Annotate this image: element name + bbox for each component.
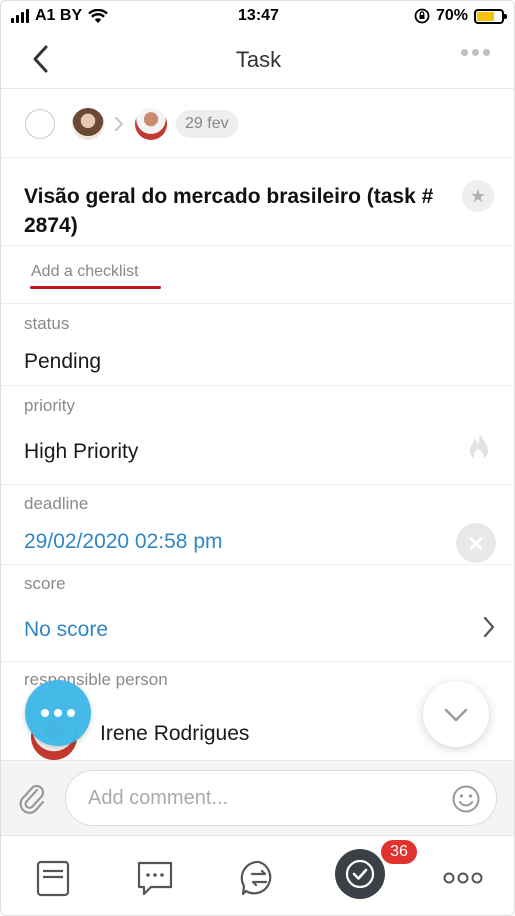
tab-feed-icon[interactable] — [31, 856, 75, 900]
star-icon[interactable]: ★ — [462, 180, 494, 212]
actions-fab[interactable] — [25, 680, 91, 746]
comment-bar — [1, 760, 514, 836]
score-value[interactable]: No score — [24, 618, 108, 642]
app-frame: A1 BY 13:47 70% Task 29 fev Visão geral … — [0, 0, 515, 916]
responsible-name: Irene Rodrigues — [100, 722, 250, 745]
priority-value: High Priority — [24, 440, 139, 463]
add-checklist-link[interactable]: Add a checklist — [31, 263, 139, 281]
deadline-field[interactable]: deadline 29/02/2020 02:58 pm — [1, 485, 514, 565]
complete-task-checkbox[interactable] — [25, 109, 55, 139]
score-field[interactable]: score No score — [1, 565, 514, 662]
status-right: 70% — [414, 7, 507, 25]
battery-percent: 70% — [435, 7, 468, 24]
score-label: score — [24, 574, 66, 593]
status-label: status — [24, 314, 70, 333]
deadline-value[interactable]: 29/02/2020 02:58 pm — [24, 530, 223, 554]
checkmark-icon — [345, 859, 375, 889]
checklist-section: Add a checklist — [1, 246, 514, 304]
tasks-count-badge: 36 — [381, 840, 417, 864]
chevron-right-icon[interactable] — [482, 615, 496, 639]
flame-icon[interactable] — [466, 430, 492, 464]
page-title: Task — [235, 47, 282, 72]
comment-input[interactable] — [65, 770, 497, 826]
more-options-icon[interactable] — [461, 49, 490, 56]
status-value: Pending — [24, 350, 102, 373]
chevron-down-icon — [444, 708, 468, 722]
tab-activity-icon[interactable] — [237, 856, 281, 900]
battery-icon — [474, 8, 507, 24]
task-title[interactable]: Visão geral do mercado brasileiro (task … — [24, 182, 454, 240]
status-field[interactable]: status Pending — [1, 304, 514, 386]
tab-tasks[interactable] — [335, 849, 385, 899]
emoji-icon[interactable] — [451, 784, 481, 814]
status-bar: A1 BY 13:47 70% — [1, 1, 514, 33]
navigation-bar: Task — [1, 33, 514, 89]
tab-more-icon[interactable] — [441, 856, 485, 900]
deadline-label: deadline — [24, 494, 89, 513]
priority-field[interactable]: priority High Priority — [1, 386, 514, 485]
battery-fill — [477, 11, 494, 21]
tab-chat-icon[interactable] — [133, 856, 177, 900]
rotation-lock-icon — [414, 8, 430, 24]
task-title-section: Visão geral do mercado brasileiro (task … — [1, 158, 514, 246]
paperclip-icon[interactable] — [17, 781, 47, 815]
deadline-chip[interactable]: 29 fev — [176, 110, 238, 138]
tab-bar: 36 — [1, 836, 514, 915]
priority-label: priority — [24, 396, 76, 415]
chevron-right-icon — [115, 117, 124, 131]
creator-avatar[interactable] — [72, 108, 104, 140]
scroll-down-button[interactable] — [423, 681, 489, 747]
highlight-underline — [30, 286, 161, 289]
participants-row: 29 fev — [1, 90, 514, 158]
responsible-avatar[interactable] — [135, 108, 167, 140]
clear-deadline-icon[interactable] — [456, 523, 496, 563]
